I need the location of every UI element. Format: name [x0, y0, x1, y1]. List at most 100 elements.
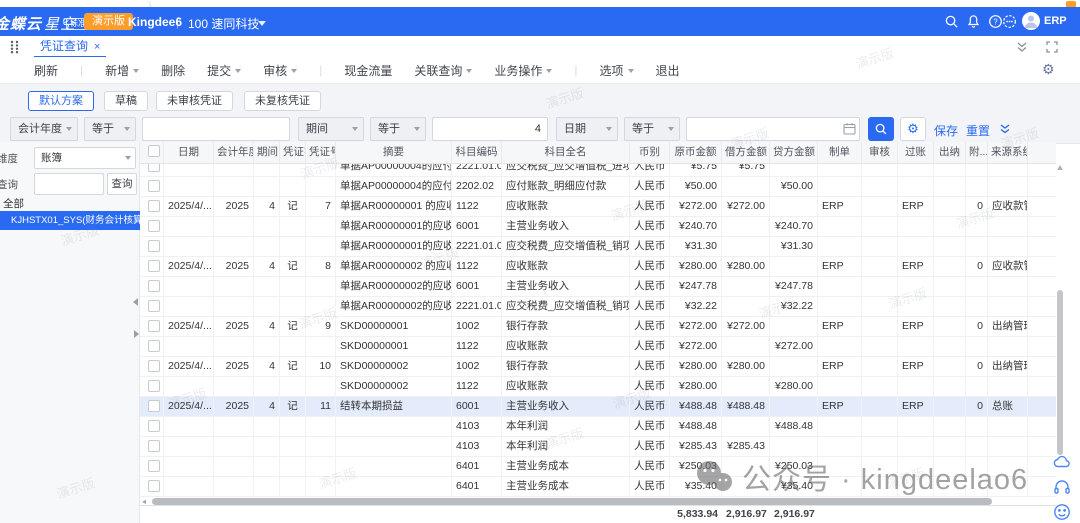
table-row[interactable]: SKD000000011122应收账款人民币¥272.00¥272.00	[140, 337, 1056, 357]
message-icon[interactable]	[1002, 14, 1017, 29]
toolbar-item[interactable]: 业务操作	[494, 62, 552, 79]
dimension-select[interactable]: 账簿	[34, 147, 136, 169]
row-checkbox[interactable]	[148, 480, 160, 492]
feedback-smiley-icon[interactable]	[1052, 502, 1072, 522]
chevron-down-icon[interactable]	[258, 21, 266, 26]
save-scheme-link[interactable]: 保存	[934, 122, 958, 139]
scheme-button[interactable]: 未审核凭证	[156, 91, 233, 111]
scheme-button[interactable]: 草稿	[104, 91, 148, 111]
column-header-date[interactable]: 日期	[164, 142, 214, 164]
demo-version-badge[interactable]: 演示版	[84, 13, 133, 30]
tree-node-selected[interactable]: KJHSTX01_SYS(财务会计核算体系)	[0, 211, 140, 230]
column-header-cur[interactable]: 币别	[630, 142, 670, 164]
row-checkbox[interactable]	[148, 240, 160, 252]
row-checkbox[interactable]	[148, 164, 160, 172]
table-row[interactable]: 单据AP00000004的应付单2221.01.01应交税费_应交增值税_进项税…	[140, 164, 1056, 177]
row-checkbox[interactable]	[148, 340, 160, 352]
row-checkbox[interactable]	[148, 360, 160, 372]
table-row[interactable]: 2025/4/...20254记7单据AR00000001 的应收单1122应收…	[140, 197, 1056, 217]
row-checkbox[interactable]	[148, 380, 160, 392]
column-header-period[interactable]: 期间	[254, 142, 280, 164]
user-name[interactable]: ERP	[1044, 15, 1067, 27]
scroll-up-icon[interactable]	[1057, 165, 1063, 170]
row-checkbox[interactable]	[148, 400, 160, 412]
column-header-no[interactable]: 凭证号	[306, 142, 336, 164]
table-row[interactable]: 2025/4/...20254记8单据AR00000002 的应收单1122应收…	[140, 257, 1056, 277]
toolbar-item[interactable]: 现金流量	[344, 62, 392, 79]
calendar-icon[interactable]	[843, 122, 856, 135]
row-checkbox[interactable]	[148, 460, 160, 472]
column-header-poster[interactable]: 过账	[898, 142, 934, 164]
column-header-cashier[interactable]: 出纳	[934, 142, 966, 164]
scheme-button[interactable]: 未复核凭证	[244, 91, 321, 111]
column-header-source[interactable]: 来源系统	[988, 142, 1028, 164]
field-select-3[interactable]: 日期	[556, 117, 618, 141]
tab-close-icon[interactable]: ×	[94, 41, 100, 53]
splitter-collapse-icon[interactable]	[133, 298, 138, 306]
table-row[interactable]: 4103本年利润人民币¥488.48¥488.48	[140, 417, 1056, 437]
table-row[interactable]: 单据AR00000001的应收单6001主营业务收入人民币¥240.70¥240…	[140, 217, 1056, 237]
cloud-icon[interactable]	[1052, 452, 1072, 472]
column-header-name[interactable]: 科目全名	[502, 142, 630, 164]
row-checkbox[interactable]	[148, 280, 160, 292]
column-header-word[interactable]: 凭证字	[280, 142, 306, 164]
toolbar-item[interactable]: 审核	[263, 62, 297, 79]
table-row[interactable]: 单据AR00000002的应收单2221.01.02应交税费_应交增值税_销项税…	[140, 297, 1056, 317]
date-input[interactable]	[686, 117, 860, 141]
horizontal-scrollbar[interactable]	[152, 498, 992, 505]
tree-search-input[interactable]	[34, 173, 104, 195]
search-icon[interactable]	[944, 14, 959, 29]
tree-node-root[interactable]: 全部	[3, 196, 24, 211]
table-row[interactable]: 6401主营业务成本人民币¥35.40¥35.40	[140, 477, 1056, 497]
table-row[interactable]: 6401主营业务成本人民币¥250.03¥250.03	[140, 457, 1056, 477]
table-row[interactable]: 单据AP00000004的应付单2202.02应付账款_明细应付款人民币¥50.…	[140, 177, 1056, 197]
company-switcher[interactable]: 100 速同科技	[188, 15, 259, 32]
toolbar-item[interactable]: 选项	[600, 62, 634, 79]
row-checkbox[interactable]	[148, 320, 160, 332]
select-all-checkbox[interactable]	[148, 145, 160, 157]
row-checkbox[interactable]	[148, 420, 160, 432]
table-row[interactable]: 4103本年利润人民币¥285.43¥285.43	[140, 437, 1056, 457]
value-input-2[interactable]	[432, 117, 548, 141]
scheme-button[interactable]: 默认方案	[28, 91, 94, 111]
operator-select-2[interactable]: 等于	[370, 117, 426, 141]
fullscreen-icon[interactable]	[1046, 41, 1058, 53]
toolbar-settings-gear-icon[interactable]: ⚙	[1042, 60, 1055, 78]
column-header-credit[interactable]: 贷方金额	[770, 142, 818, 164]
field-select-1[interactable]: 会计年度	[10, 117, 78, 141]
column-header-debit[interactable]: 借方金额	[722, 142, 770, 164]
table-row[interactable]: 2025/4/...20254记11结转本期损益6001主营业务收入人民币¥48…	[140, 397, 1056, 417]
table-row[interactable]: 2025/4/...20254记9SKD000000011002银行存款人民币¥…	[140, 317, 1056, 337]
column-header-amount[interactable]: 原币金额	[670, 142, 722, 164]
row-checkbox[interactable]	[148, 260, 160, 272]
column-header-attach[interactable]: 附...	[966, 142, 988, 164]
row-checkbox[interactable]	[148, 440, 160, 452]
toolbar-item[interactable]: 提交	[207, 62, 241, 79]
apps-grid-icon[interactable]	[8, 40, 22, 54]
column-header-year[interactable]: 会计年度	[214, 142, 254, 164]
row-checkbox[interactable]	[148, 220, 160, 232]
column-header-code[interactable]: 科目编码	[452, 142, 502, 164]
toolbar-item[interactable]: 关联查询	[414, 62, 472, 79]
operator-select-3[interactable]: 等于	[624, 117, 680, 141]
table-row[interactable]: SKD000000021122应收账款人民币¥280.00¥280.00	[140, 377, 1056, 397]
avatar[interactable]	[1022, 12, 1040, 30]
row-checkbox[interactable]	[148, 200, 160, 212]
expand-more-icon[interactable]	[999, 124, 1011, 134]
headset-icon[interactable]	[1052, 477, 1072, 497]
tab-voucher-query[interactable]: 凭证查询×	[34, 36, 106, 58]
column-header-auditor[interactable]: 审核	[862, 142, 898, 164]
splitter-expand-icon[interactable]	[134, 330, 139, 338]
toolbar-item[interactable]: 刷新	[34, 62, 58, 79]
reset-link[interactable]: 重置	[966, 122, 990, 139]
table-row[interactable]: 单据AR00000001的应收单2221.01.02应交税费_应交增值税_销项税…	[140, 237, 1056, 257]
collapse-tabs-icon[interactable]	[1016, 41, 1028, 53]
vertical-scrollbar[interactable]	[1057, 290, 1063, 455]
field-select-2[interactable]: 期间	[298, 117, 364, 141]
toolbar-item[interactable]: 删除	[161, 62, 185, 79]
column-header-maker[interactable]: 制单	[818, 142, 862, 164]
operator-select-1[interactable]: 等于	[84, 117, 136, 141]
toolbar-item[interactable]: 新增	[105, 62, 139, 79]
table-row[interactable]: 单据AR00000002的应收单6001主营业务收入人民币¥247.78¥247…	[140, 277, 1056, 297]
bell-icon[interactable]	[966, 14, 981, 29]
